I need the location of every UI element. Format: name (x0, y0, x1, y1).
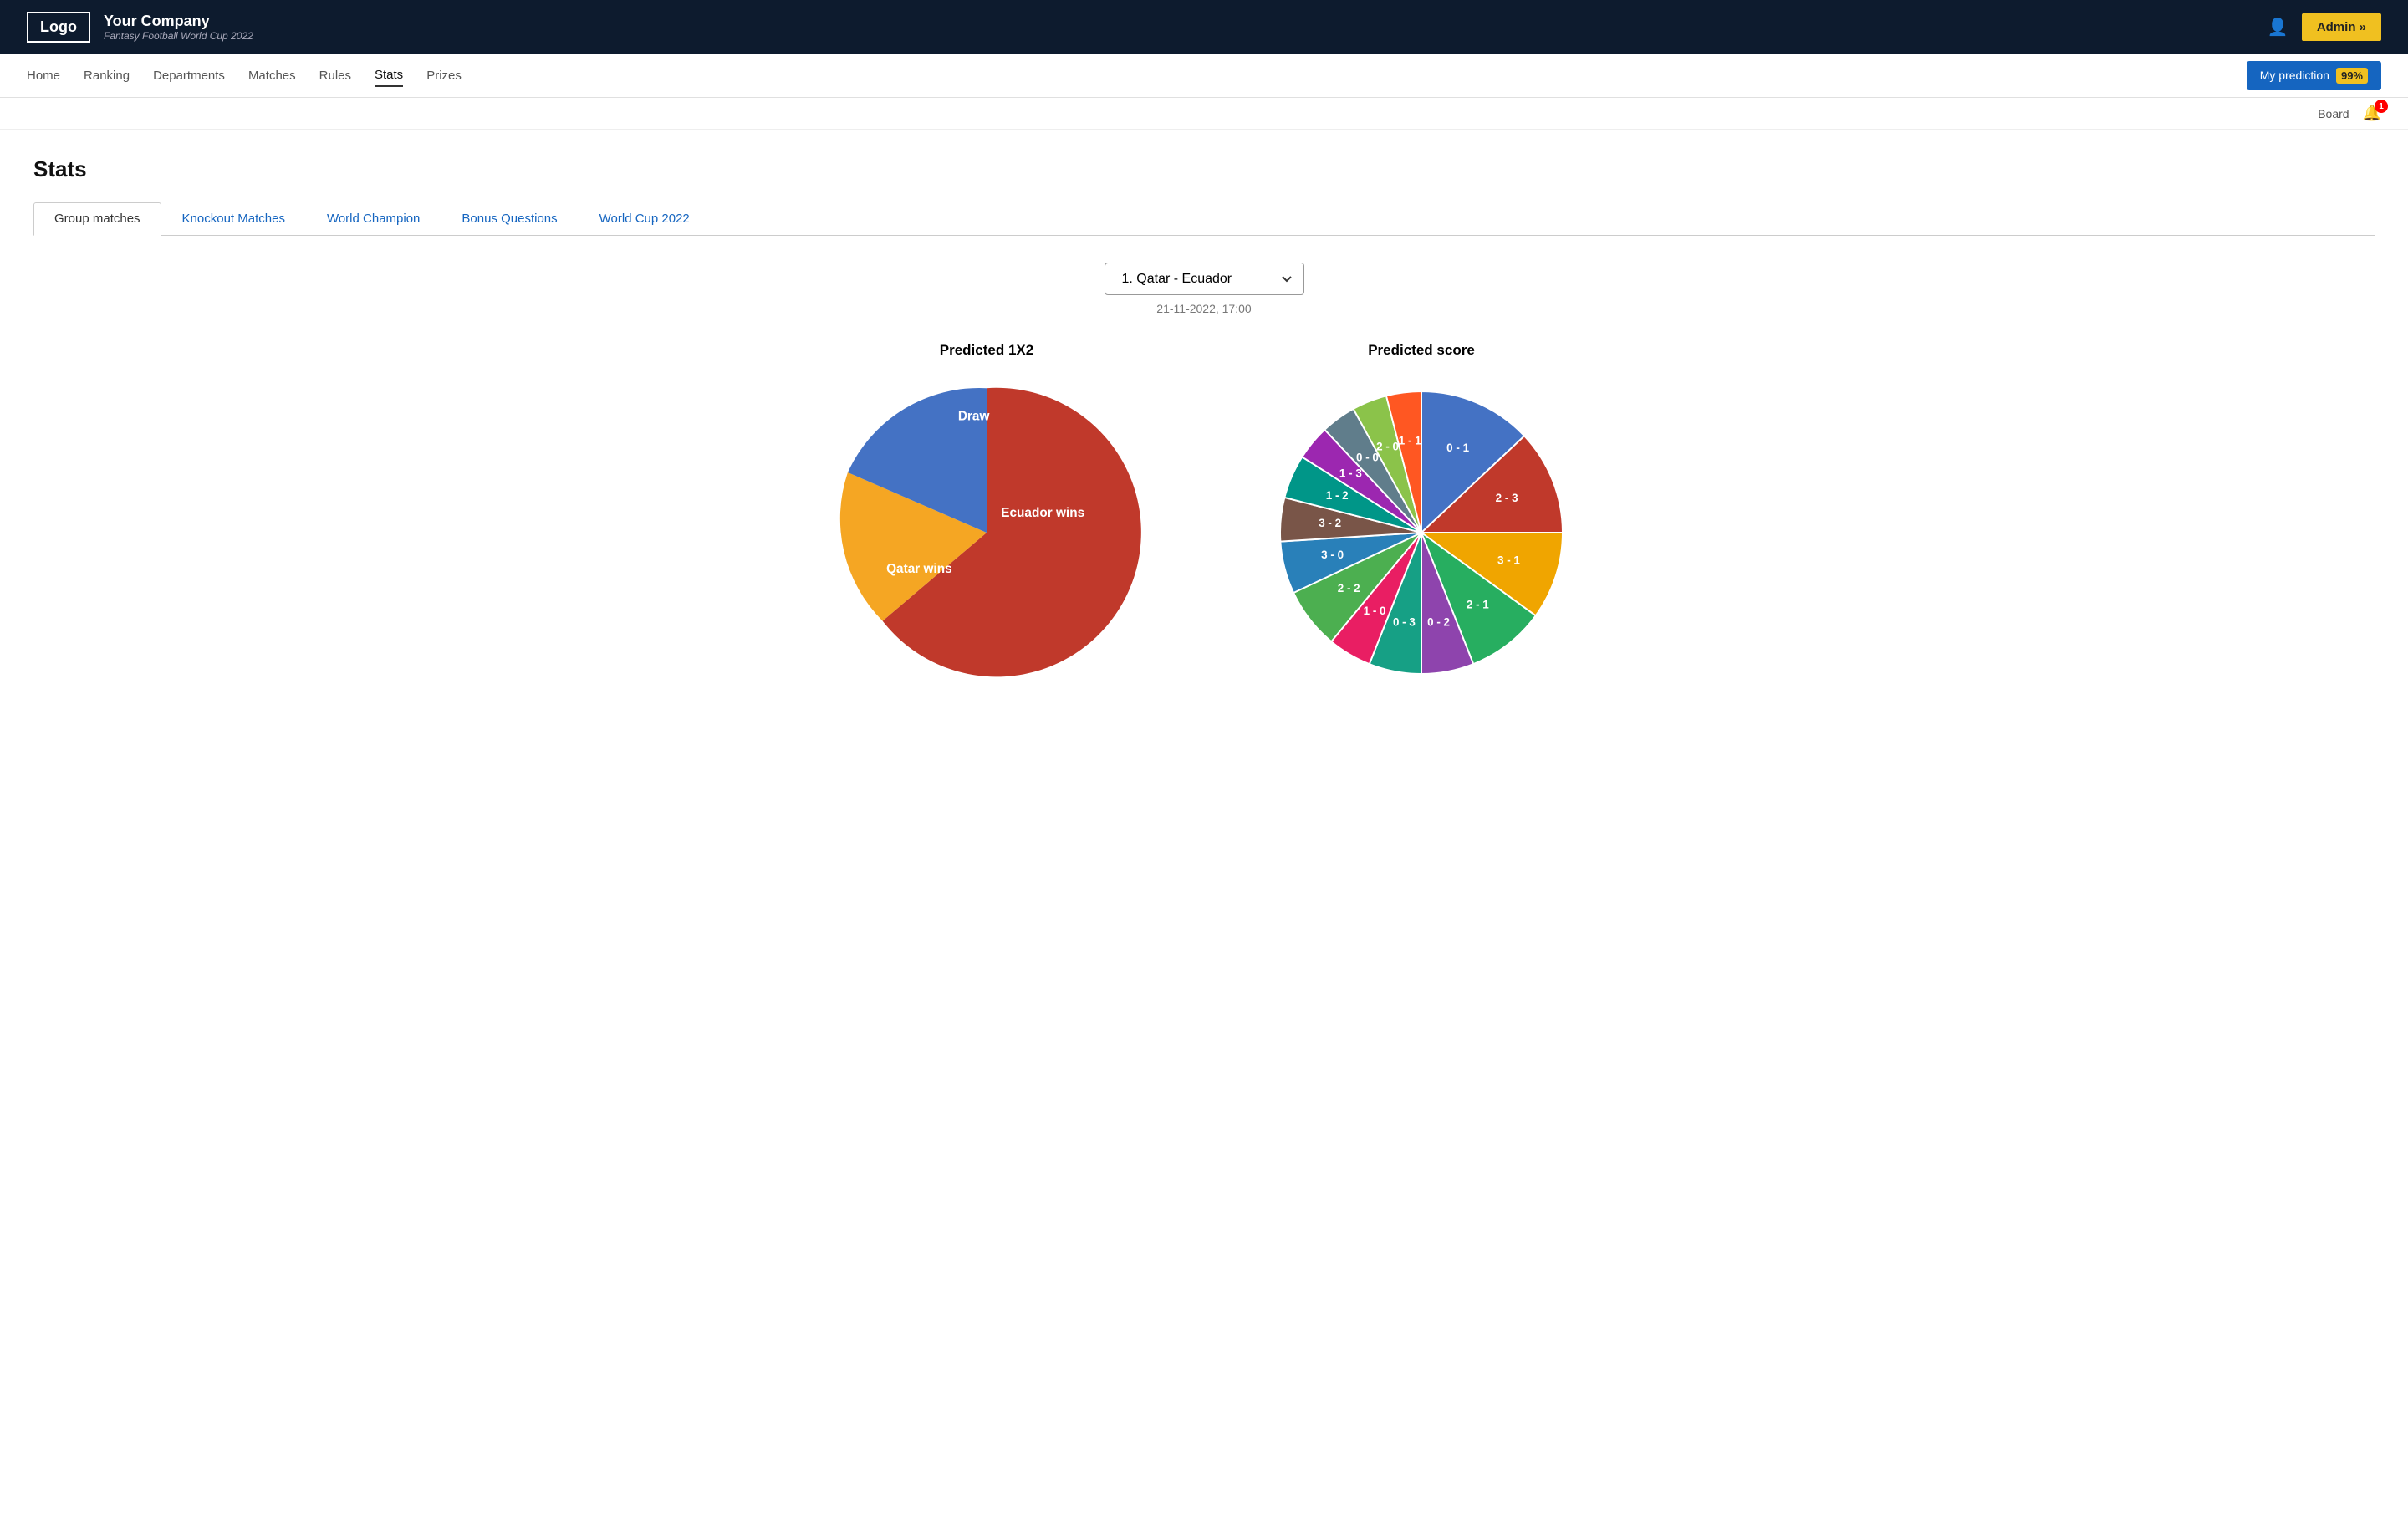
pie1-ecuador-label: Ecuador wins (1001, 506, 1084, 520)
page-title: Stats (33, 156, 2375, 182)
pie2-label: 0 - 3 (1393, 615, 1416, 628)
bell-wrap: 🔔 1 (2363, 105, 2381, 122)
pie1-draw-label: Draw (958, 410, 990, 424)
header-left: Logo Your Company Fantasy Football World… (27, 12, 253, 43)
pie2-label: 1 - 2 (1326, 489, 1349, 502)
pie1-qatar-label: Qatar wins (886, 562, 952, 576)
pie2-label: 1 - 0 (1364, 605, 1386, 617)
pie2-label: 0 - 2 (1427, 615, 1450, 628)
match-date: 21-11-2022, 17:00 (33, 302, 2375, 315)
logo: Logo (27, 12, 90, 43)
pie2-container: 0 - 1 2 - 3 3 - 1 2 - 1 0 - 2 0 - 3 1 - 0 2 - 2… (1221, 372, 1622, 693)
pie2-label: 2 - 2 (1338, 582, 1360, 595)
nav-prizes[interactable]: Prizes (426, 65, 462, 86)
pie2-label: 2 - 1 (1467, 598, 1489, 610)
company-info: Your Company Fantasy Football World Cup … (104, 13, 253, 42)
chart-predicted-1x2: Predicted 1X2 Ecuador wins Qatar wins Dr… (786, 342, 1187, 693)
pie2-label: 3 - 1 (1497, 554, 1520, 566)
prediction-button[interactable]: My prediction 99% (2247, 61, 2381, 90)
pie2-label: 1 - 1 (1399, 435, 1421, 447)
tab-bonus-questions[interactable]: Bonus Questions (441, 202, 578, 235)
chart1-title: Predicted 1X2 (786, 342, 1187, 359)
admin-button[interactable]: Admin » (2302, 13, 2381, 41)
user-icon[interactable]: 👤 (2268, 17, 2288, 38)
pie2-label: 0 - 0 (1356, 452, 1379, 464)
bell-badge: 1 (2375, 100, 2388, 113)
tab-world-champion[interactable]: World Champion (306, 202, 441, 235)
board-link[interactable]: Board (2318, 107, 2349, 120)
pie2-label: 2 - 3 (1496, 492, 1518, 504)
nav-ranking[interactable]: Ranking (84, 65, 130, 86)
tab-world-cup[interactable]: World Cup 2022 (579, 202, 711, 235)
nav-stats[interactable]: Stats (375, 64, 403, 87)
company-name: Your Company (104, 13, 253, 30)
nav: Home Ranking Departments Matches Rules S… (0, 54, 2408, 98)
tab-knockout[interactable]: Knockout Matches (161, 202, 306, 235)
pie1-svg: Ecuador wins Qatar wins Draw (786, 372, 1187, 693)
match-selector-wrap: 1. Qatar - Ecuador 2. England - Iran 3. … (33, 263, 2375, 295)
company-subtitle: Fantasy Football World Cup 2022 (104, 30, 253, 42)
board-bar: Board 🔔 1 (0, 98, 2408, 130)
pie2-label: 3 - 0 (1321, 549, 1344, 561)
nav-departments[interactable]: Departments (153, 65, 225, 86)
pie2-label: 3 - 2 (1319, 517, 1341, 529)
charts-area: Predicted 1X2 Ecuador wins Qatar wins Dr… (33, 342, 2375, 693)
header-right: 👤 Admin » (2268, 13, 2381, 41)
nav-home[interactable]: Home (27, 65, 60, 86)
prediction-badge: 99% (2336, 68, 2368, 84)
pie1-container: Ecuador wins Qatar wins Draw (786, 372, 1187, 693)
prediction-label: My prediction (2260, 69, 2329, 82)
nav-links: Home Ranking Departments Matches Rules S… (27, 54, 462, 97)
chart2-title: Predicted score (1221, 342, 1622, 359)
tabs-container: Group matches Knockout Matches World Cha… (33, 202, 2375, 236)
header: Logo Your Company Fantasy Football World… (0, 0, 2408, 54)
pie2-label: 0 - 1 (1446, 441, 1469, 454)
tab-group-matches[interactable]: Group matches (33, 202, 161, 236)
main-content: Stats Group matches Knockout Matches Wor… (0, 130, 2408, 1526)
chart-predicted-score: Predicted score 0 - 12 - 33 - 12 - 10 - … (1221, 342, 1622, 693)
pie2-label: 1 - 3 (1339, 467, 1362, 480)
match-select[interactable]: 1. Qatar - Ecuador 2. England - Iran 3. … (1105, 263, 1304, 295)
pie2-svg: 0 - 1 2 - 3 3 - 1 2 - 1 0 - 2 0 - 3 1 - 0 2 - 2… (1221, 372, 1622, 693)
nav-rules[interactable]: Rules (319, 65, 351, 86)
nav-matches[interactable]: Matches (248, 65, 296, 86)
pie2-label: 2 - 0 (1376, 440, 1399, 452)
